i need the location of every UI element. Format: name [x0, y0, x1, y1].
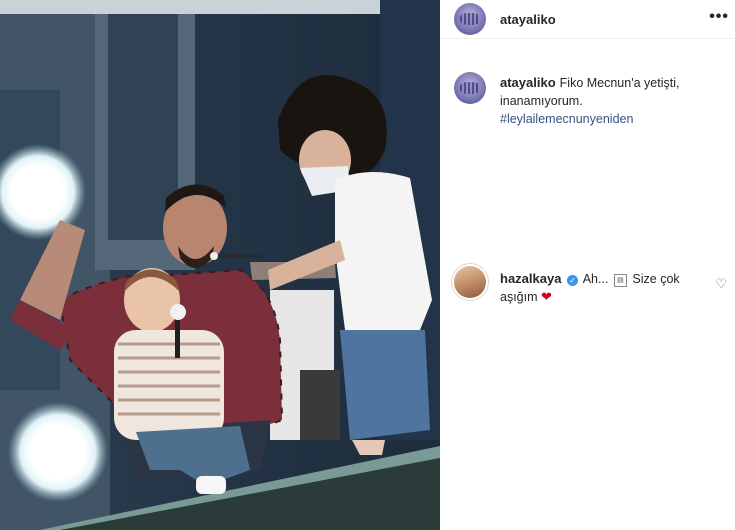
comment-text-before: Ah... — [582, 272, 609, 286]
post-side-panel: atayaliko ••• atayaliko Fiko Mecnun'a yet… — [440, 0, 735, 530]
author-username[interactable]: atayaliko — [500, 12, 556, 27]
comment-item: hazalkaya ✓ Ah... ▤ Size çok aşığım ❤ ♡ — [440, 266, 735, 306]
verified-badge-icon: ✓ — [566, 275, 578, 286]
post-header: atayaliko ••• — [440, 0, 735, 39]
red-heart-emoji-icon: ❤ — [541, 289, 552, 304]
caption-avatar[interactable] — [454, 72, 486, 104]
like-comment-heart-icon[interactable]: ♡ — [715, 276, 727, 292]
caption-hashtag[interactable]: #leylailemecnunyeniden — [500, 110, 720, 128]
caption-username[interactable]: atayaliko — [500, 75, 556, 90]
post-photo-image — [0, 0, 440, 530]
open-book-emoji-icon: ▤ — [613, 274, 627, 287]
author-avatar[interactable] — [454, 3, 486, 35]
commenter-avatar[interactable] — [454, 266, 486, 298]
post-photo[interactable] — [0, 0, 440, 530]
comment-text: hazalkaya ✓ Ah... ▤ Size çok aşığım ❤ — [500, 270, 705, 306]
caption-text: atayaliko Fiko Mecnun'a yetişti, inanamıy… — [500, 74, 720, 128]
commenter-username[interactable]: hazalkaya — [500, 271, 561, 286]
more-options-icon[interactable]: ••• — [709, 8, 729, 26]
